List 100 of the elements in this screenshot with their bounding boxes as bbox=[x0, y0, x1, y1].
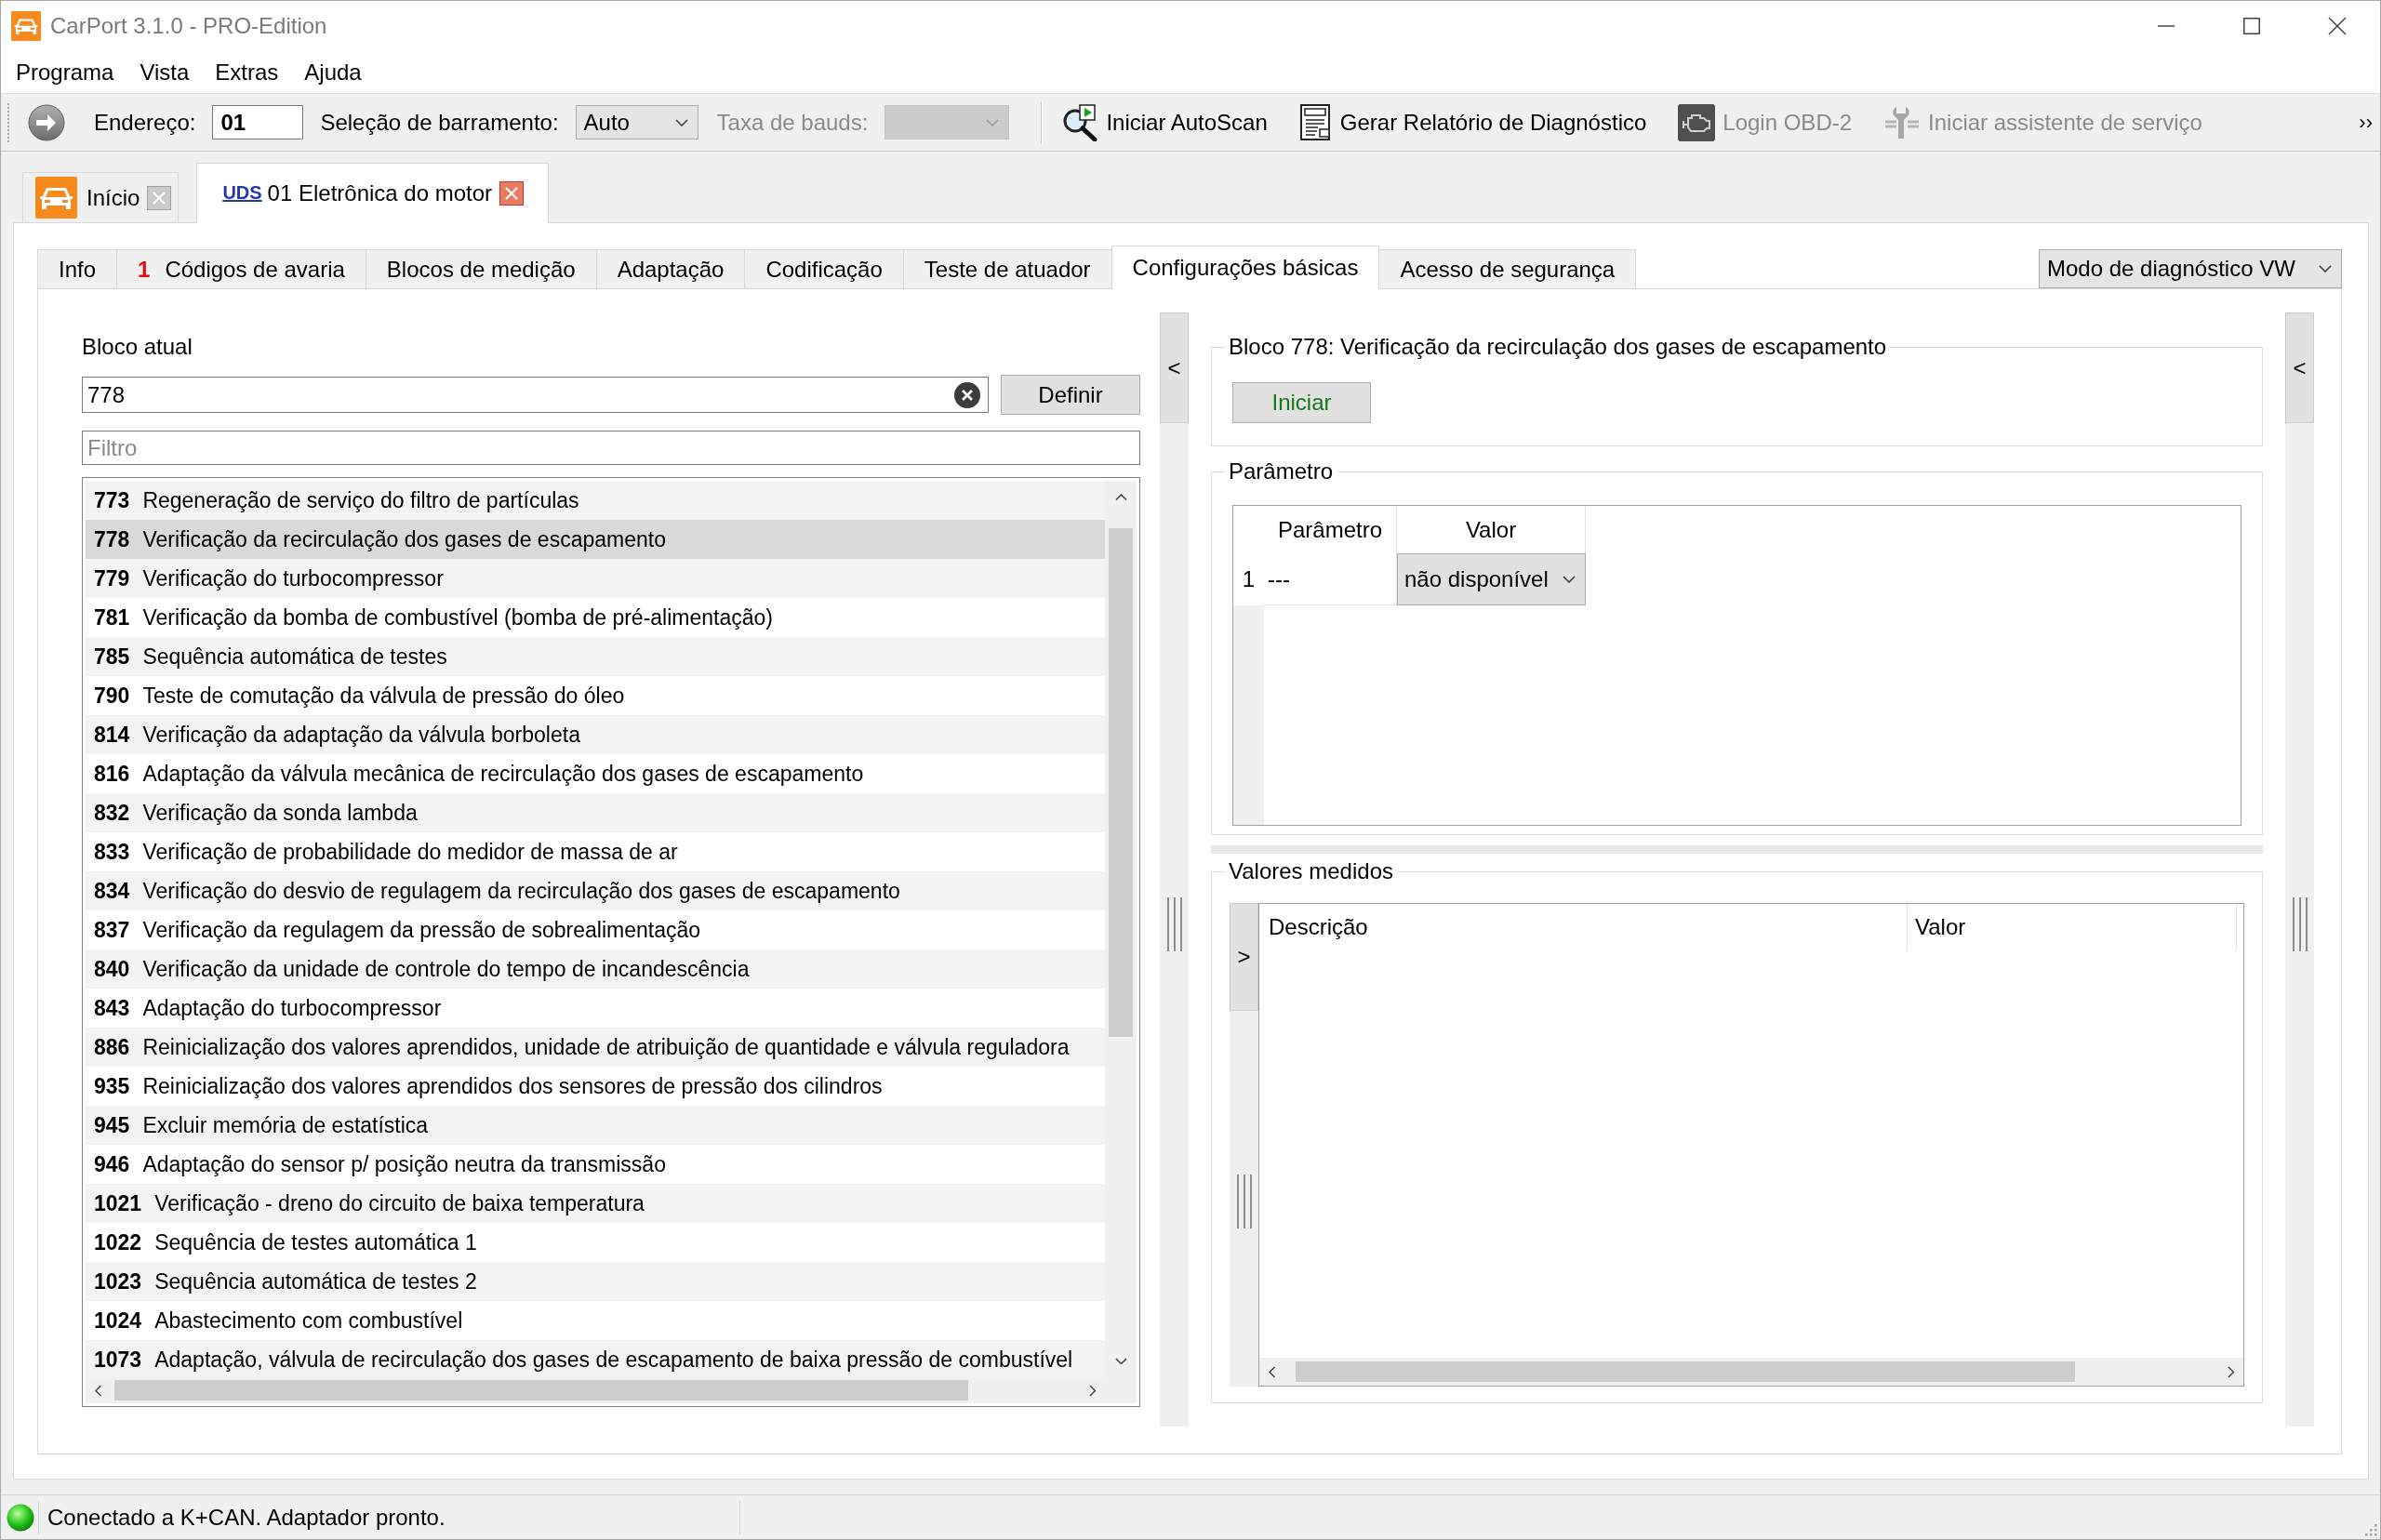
block-name: Sequência automática de testes bbox=[142, 644, 447, 670]
column-header: Valor bbox=[1908, 904, 2237, 950]
block-number: 816 bbox=[94, 761, 130, 787]
document-tab[interactable]: UDS 01 Eletrônica do motor bbox=[196, 163, 550, 223]
block-name: Adaptação do sensor p/ posição neutra da transmissão bbox=[142, 1151, 666, 1177]
function-tab[interactable]: Adaptação bbox=[595, 249, 746, 289]
overflow-button[interactable]: ›› bbox=[2355, 110, 2376, 135]
grip-icon[interactable] bbox=[1236, 1175, 1252, 1228]
block-number: 1021 bbox=[94, 1190, 142, 1216]
autoscan-button[interactable]: Iniciar AutoScan bbox=[1056, 99, 1273, 146]
chevron-right-icon bbox=[2227, 1365, 2234, 1378]
report-button[interactable]: Gerar Relatório de Diagnóstico bbox=[1293, 99, 1653, 146]
expand-button[interactable]: > bbox=[1230, 903, 1258, 1011]
block-number: 773 bbox=[94, 487, 130, 513]
block-list-item[interactable]: 814 Verificação da adaptação da válvula borboleta bbox=[86, 715, 1105, 754]
menu-item[interactable]: Ajuda bbox=[291, 55, 375, 89]
block-list-item[interactable]: 785 Sequência automática de testes bbox=[86, 637, 1105, 676]
function-tab[interactable]: Configurações básicas bbox=[1111, 246, 1380, 289]
status-text: Conectado a K+CAN. Adaptador pronto. bbox=[47, 1504, 446, 1531]
function-tab[interactable]: Teste de atuador bbox=[902, 249, 1112, 289]
document-icon bbox=[1298, 103, 1333, 141]
resize-grip-icon[interactable] bbox=[2364, 1523, 2377, 1536]
block-list-item[interactable]: 945 Excluir memória de estatística bbox=[86, 1106, 1105, 1145]
function-tab[interactable]: Info bbox=[37, 249, 118, 289]
block-list-item[interactable]: 1021 Verificação - dreno do circuito de baixa temperatura bbox=[86, 1184, 1105, 1223]
close-icon[interactable] bbox=[2328, 17, 2347, 35]
block-name: Verificação da adaptação da válvula borboleta bbox=[142, 722, 580, 748]
block-name: Verificação - dreno do circuito de baixa temperatura bbox=[154, 1190, 645, 1216]
group-title: Parâmetro bbox=[1228, 458, 1335, 485]
block-number: 814 bbox=[94, 722, 130, 748]
block-number-field[interactable]: 778 bbox=[82, 377, 989, 413]
horizontal-scrollbar[interactable] bbox=[86, 1377, 1137, 1403]
block-number: 834 bbox=[94, 878, 130, 904]
block-number: 833 bbox=[94, 839, 130, 865]
function-tab[interactable]: Blocos de medição bbox=[365, 249, 597, 289]
function-tab[interactable]: 1 Códigos de avaria bbox=[116, 249, 366, 289]
block-list-item[interactable]: 840 Verificação da unidade de controle do tempo de incandescência bbox=[86, 949, 1105, 989]
grip-icon[interactable] bbox=[2292, 897, 2308, 951]
block-number: 840 bbox=[94, 956, 130, 982]
block-number: 843 bbox=[94, 995, 130, 1021]
block-label: Bloco atual bbox=[82, 333, 193, 361]
document-tab[interactable]: Início bbox=[22, 172, 180, 223]
block-name: Reinicialização dos valores aprendidos, unidade de atribuição de quantidade e válvula reguladora bbox=[142, 1034, 1070, 1060]
block-number: 935 bbox=[94, 1073, 130, 1099]
arrow-right-icon[interactable] bbox=[28, 103, 65, 141]
value-dropdown[interactable]: não disponível bbox=[1397, 553, 1586, 605]
block-name: Verificação da recirculação dos gases de escapamento bbox=[142, 526, 666, 552]
maximize-icon[interactable] bbox=[2243, 18, 2260, 34]
chevron-down-icon bbox=[674, 118, 688, 126]
mode-select[interactable]: Modo de diagnóstico VW bbox=[2039, 249, 2342, 288]
address-field[interactable]: 01 bbox=[212, 105, 304, 139]
block-name: Verificação da bomba de combustível (bomba de pré-alimentação) bbox=[142, 604, 773, 631]
block-number: 779 bbox=[94, 565, 130, 591]
chevron-down-icon bbox=[2319, 265, 2332, 272]
car-icon bbox=[35, 177, 77, 219]
block-number: 1022 bbox=[94, 1229, 142, 1255]
collapse-button[interactable]: < bbox=[2285, 312, 2314, 423]
horizontal-scrollbar[interactable] bbox=[1259, 1358, 2243, 1386]
block-list-item[interactable]: 832 Verificação da sonda lambda bbox=[86, 793, 1105, 832]
chevron-left-icon bbox=[1269, 1365, 1276, 1378]
block-list-item[interactable]: 773 Regeneração de serviço do filtro de partículas bbox=[86, 481, 1105, 520]
window-title: CarPort 3.1.0 - PRO-Edition bbox=[50, 13, 327, 39]
baud-rate-label: Taxa de bauds: bbox=[716, 109, 869, 136]
block-number: 832 bbox=[94, 800, 130, 826]
function-tab[interactable]: Codificação bbox=[744, 249, 904, 289]
block-number: 778 bbox=[94, 526, 130, 552]
chevron-down-icon bbox=[986, 118, 1000, 126]
scrollbar-thumb[interactable] bbox=[1109, 528, 1133, 1038]
block-list-item[interactable]: 1023 Sequência automática de testes 2 bbox=[86, 1262, 1105, 1301]
grip-icon bbox=[7, 101, 10, 143]
block-list-item[interactable]: 779 Verificação do turbocompressor bbox=[86, 559, 1105, 598]
engine-icon bbox=[1678, 103, 1716, 141]
block-name: Sequência de testes automática 1 bbox=[154, 1229, 477, 1255]
block-list-item[interactable]: 778 Verificação da recirculação dos gases de escapamento bbox=[86, 520, 1105, 559]
block-name: Verificação do turbocompressor bbox=[142, 565, 444, 591]
group-title: Valores medidos bbox=[1228, 857, 1394, 885]
scrollbar-thumb[interactable] bbox=[114, 1380, 969, 1401]
define-button[interactable]: Definir bbox=[1001, 375, 1140, 415]
block-list-item[interactable]: 1073 Adaptação, válvula de recirculação dos gases de escapamento de baixa pressão de combustível bbox=[86, 1340, 1105, 1379]
block-name: Adaptação, válvula de recirculação dos gases de escapamento de baixa pressão de combustível bbox=[154, 1347, 1073, 1373]
block-list-item[interactable]: 834 Verificação do desvio de regulagem da recirculação dos gases de escapamento bbox=[86, 871, 1105, 910]
close-icon[interactable] bbox=[499, 180, 525, 206]
magnifier-icon bbox=[1061, 103, 1099, 141]
menu-item[interactable]: Programa bbox=[3, 55, 127, 89]
block-number: 785 bbox=[94, 644, 130, 670]
collapse-button[interactable]: < bbox=[1160, 312, 1189, 423]
block-name: Verificação da sonda lambda bbox=[142, 800, 418, 826]
clear-icon[interactable] bbox=[954, 381, 980, 408]
start-button[interactable]: Iniciar bbox=[1232, 382, 1371, 423]
block-name: Reinicialização dos valores aprendidos dos sensores de pressão dos cilindros bbox=[142, 1073, 883, 1099]
menu-item[interactable]: Extras bbox=[202, 55, 292, 89]
grip-icon[interactable] bbox=[1166, 897, 1182, 951]
block-list-item[interactable]: 886 Reinicialização dos valores aprendidos, unidade de atribuição de quantidade e válvula reguladora bbox=[86, 1028, 1105, 1067]
scrollbar-thumb[interactable] bbox=[1296, 1361, 2076, 1382]
bus-select[interactable]: Auto bbox=[575, 105, 698, 139]
chevron-down-icon bbox=[1563, 576, 1576, 583]
function-tab[interactable]: Acesso de segurança bbox=[1378, 249, 1637, 289]
block-number: 946 bbox=[94, 1151, 130, 1177]
menu-item[interactable]: Vista bbox=[126, 55, 203, 89]
block-number: 886 bbox=[94, 1034, 130, 1060]
